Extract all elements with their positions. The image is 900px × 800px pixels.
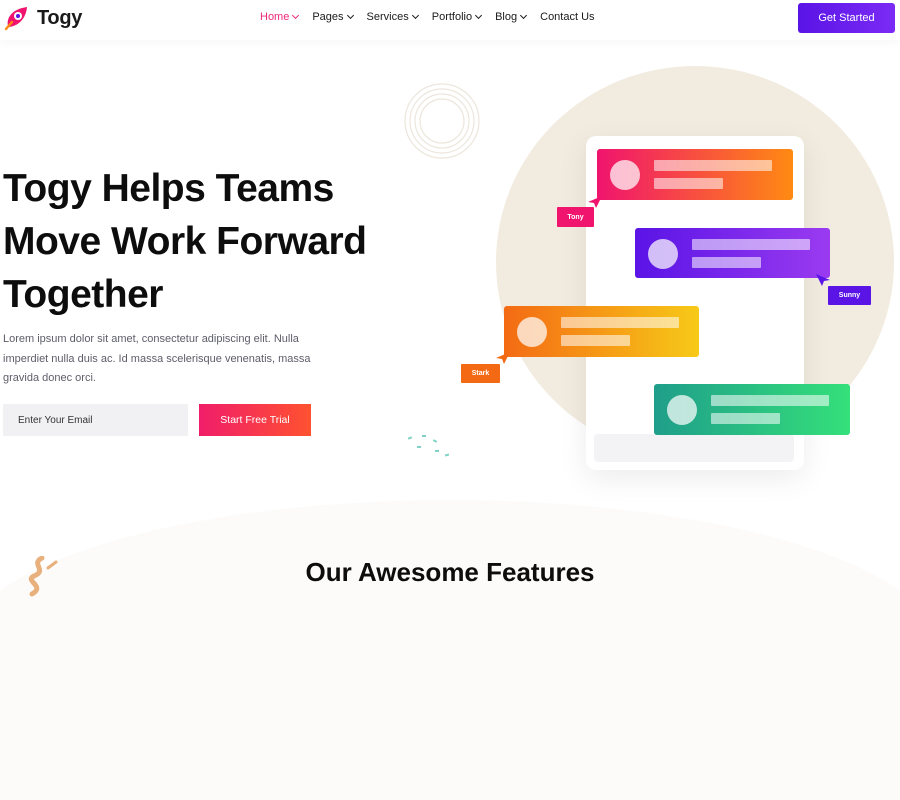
nav-item-portfolio[interactable]: Portfolio [431, 11, 483, 23]
logo[interactable]: Togy [3, 4, 82, 32]
avatar [517, 317, 547, 347]
start-free-trial-button[interactable]: Start Free Trial [199, 404, 311, 436]
chat-bubble [597, 149, 793, 200]
message-line [692, 239, 810, 250]
message-line [561, 317, 679, 328]
nav-item-contact[interactable]: Contact Us [540, 11, 594, 23]
pointer-icon [496, 352, 510, 364]
nav-item-blog[interactable]: Blog [495, 11, 528, 23]
logo-text: Togy [37, 6, 83, 29]
hero-title-line: Move Work Forward [3, 220, 367, 263]
nav-item-home[interactable]: Home [260, 11, 300, 23]
chat-bubble [654, 384, 850, 435]
rocket-icon [3, 4, 31, 32]
user-tag: Tony [557, 207, 594, 227]
avatar [610, 160, 640, 190]
phone-message-input [594, 434, 794, 462]
user-tag: Sunny [828, 286, 871, 305]
chevron-down-icon [346, 11, 354, 20]
nav-item-services[interactable]: Services [366, 11, 419, 23]
chevron-down-icon [520, 11, 528, 20]
pointer-icon [816, 274, 830, 286]
message-line [692, 257, 761, 268]
nav-label: Pages [312, 11, 344, 23]
message-line [654, 178, 723, 189]
nav-label: Contact Us [540, 11, 595, 23]
chevron-down-icon [475, 11, 483, 20]
chat-bubble [504, 306, 699, 357]
message-line [561, 335, 630, 346]
nav-label: Home [260, 11, 290, 23]
site-header: Togy Home Pages Services Portfolio Blog … [0, 0, 900, 40]
chevron-down-icon [411, 11, 419, 20]
user-tag: Stark [461, 364, 500, 383]
confetti-decoration [407, 435, 450, 457]
message-line [711, 413, 780, 424]
nav-label: Blog [495, 11, 518, 23]
hero-title: Togy Helps Teams Move Work Forward Toget… [3, 162, 433, 321]
nav-label: Portfolio [431, 11, 473, 23]
features-title: Our Awesome Features [305, 557, 595, 587]
avatar [667, 395, 697, 425]
chat-bubble [635, 228, 830, 278]
hero-title-line: Together [3, 273, 163, 316]
message-line [711, 395, 829, 406]
hero-title-line: Togy Helps Teams [3, 167, 334, 210]
nav-item-pages[interactable]: Pages [312, 11, 354, 23]
email-input[interactable] [3, 404, 188, 436]
message-line [654, 160, 772, 171]
rings-decoration [404, 83, 480, 159]
avatar [648, 239, 678, 269]
features-background [0, 500, 900, 800]
main-nav: Home Pages Services Portfolio Blog Conta… [260, 11, 609, 23]
get-started-button[interactable]: Get Started [798, 3, 895, 33]
hero-description: Lorem ipsum dolor sit amet, consectetur … [3, 333, 311, 384]
nav-label: Services [366, 11, 409, 23]
chevron-down-icon [292, 11, 300, 20]
